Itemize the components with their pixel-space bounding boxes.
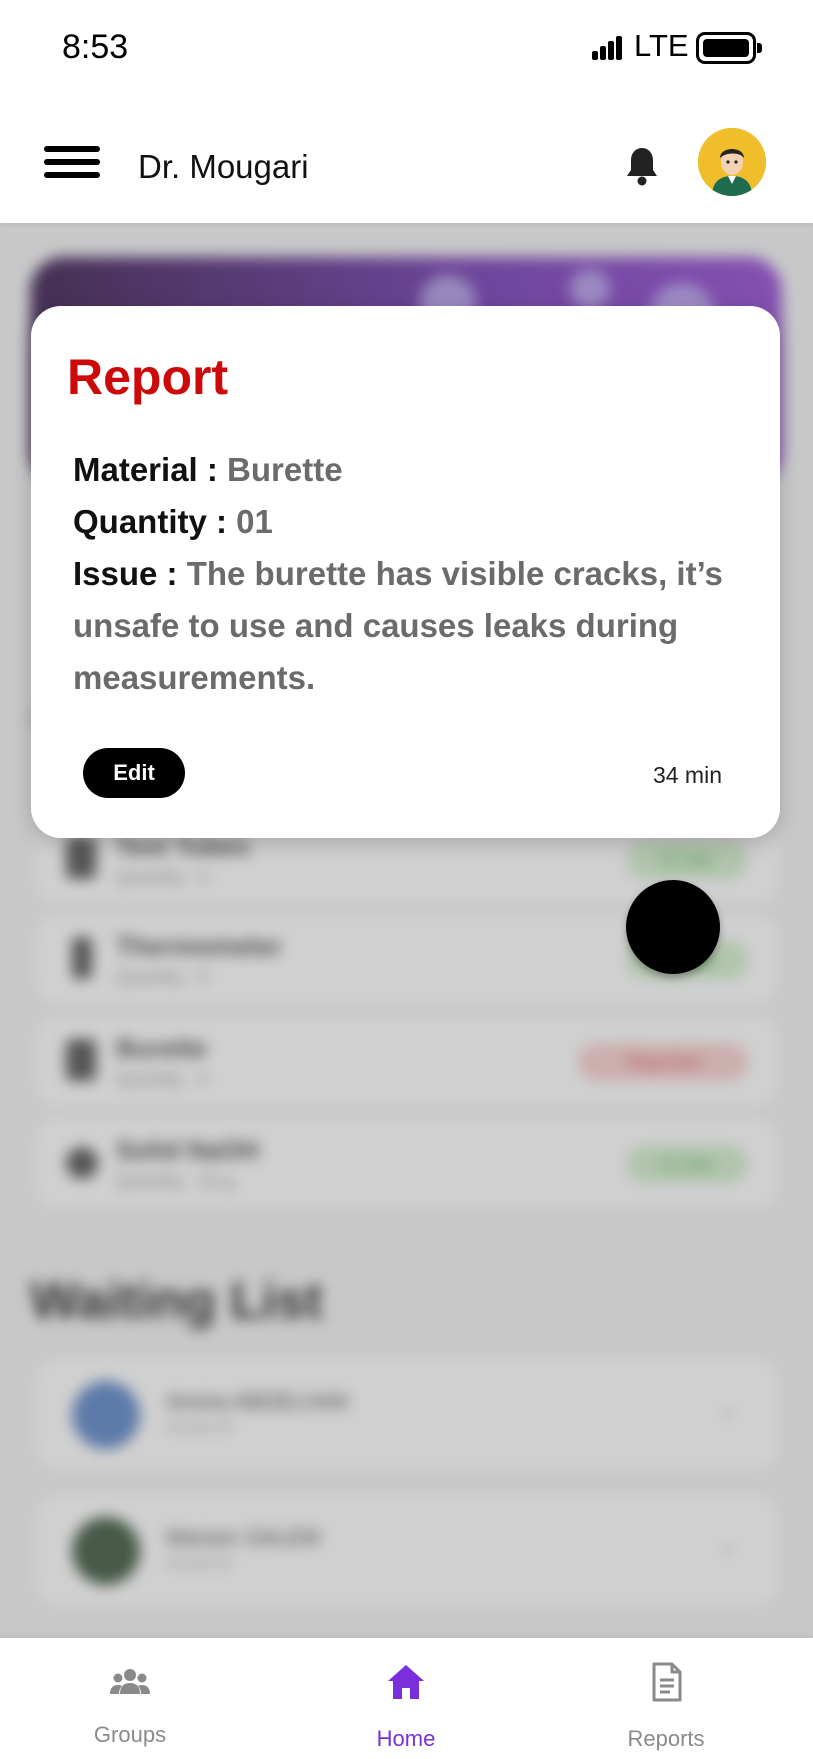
nav-label: Reports [627, 1726, 705, 1751]
quantity-value: 01 [236, 503, 273, 540]
report-modal: Report Material : Burette Quantity : 01 … [31, 306, 780, 838]
material-label: Material : [73, 451, 218, 488]
nav-item-reports[interactable]: Reports [566, 1638, 766, 1759]
avatar[interactable] [698, 128, 766, 196]
material-value: Burette [227, 451, 343, 488]
report-title: Report [67, 349, 229, 405]
edit-button[interactable]: Edit [83, 748, 185, 798]
quantity-row: Quantity : 01 [73, 496, 273, 548]
nav-label: Home [376, 1726, 436, 1751]
material-row: Material : Burette [73, 444, 343, 496]
bottom-nav: Groups Home Reports [0, 1638, 813, 1759]
groups-icon [110, 1662, 150, 1702]
bell-icon[interactable] [624, 146, 660, 186]
nav-item-groups[interactable]: Groups [30, 1638, 230, 1759]
nav-label: Groups [93, 1722, 167, 1747]
battery-icon [696, 32, 762, 64]
floating-action-button[interactable] [626, 880, 720, 974]
page-title: Dr. Mougari [138, 148, 309, 185]
status-time: 8:53 [62, 28, 129, 66]
app-header: Dr. Mougari [0, 98, 813, 223]
home-icon [386, 1662, 426, 1702]
issue-label: Issue : [73, 555, 178, 592]
reports-icon [646, 1662, 686, 1702]
issue-row: Issue : The burette has visible cracks, … [73, 548, 743, 704]
menu-button[interactable] [44, 146, 100, 178]
network-type: LTE [634, 28, 689, 63]
nav-item-home[interactable]: Home [306, 1638, 506, 1759]
signal-icon [592, 36, 624, 60]
report-time: 34 min [652, 762, 722, 788]
quantity-label: Quantity : [73, 503, 227, 540]
status-bar: 8:53 LTE [0, 0, 813, 98]
